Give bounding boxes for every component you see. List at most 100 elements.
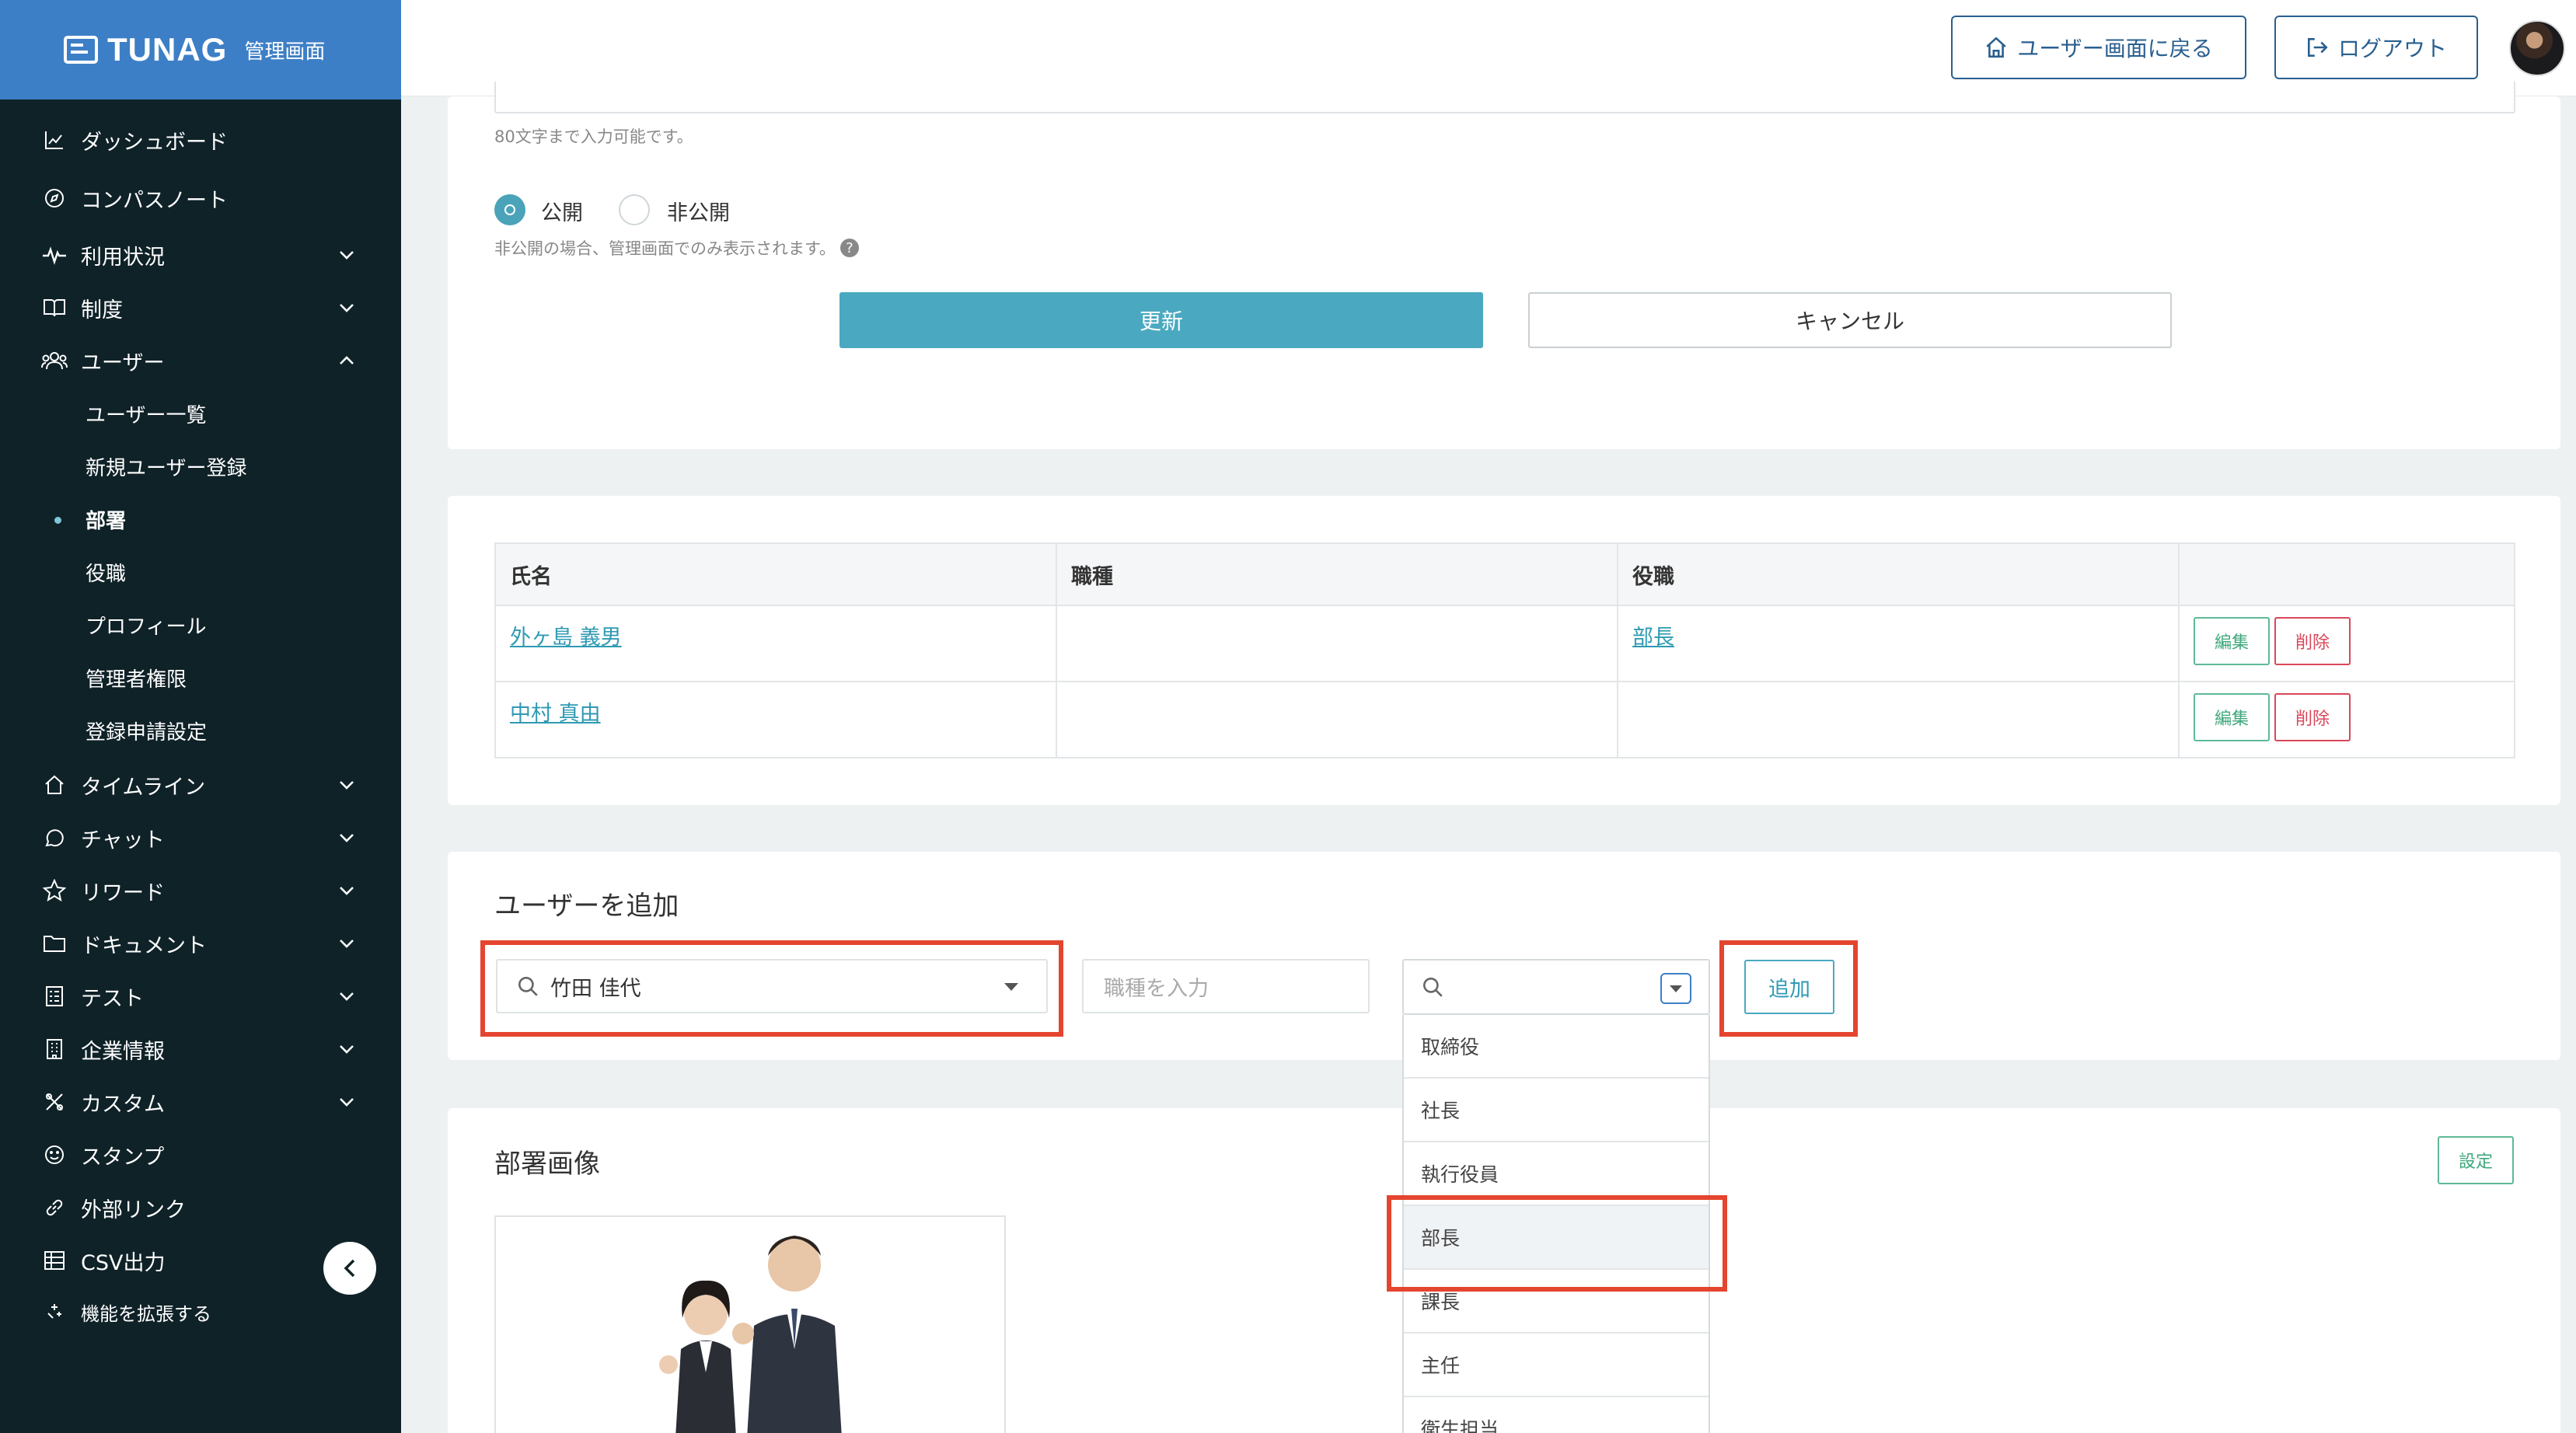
chevron-down-icon [336,1091,358,1113]
edit-button[interactable]: 編集 [2194,693,2270,741]
char-limit-note: 80文字まで入力可能です。 [494,127,693,146]
caret-down-icon [1670,985,1682,992]
link-icon [40,1194,68,1222]
member-name-link[interactable]: 中村 真由 [510,702,601,726]
home-icon [1986,37,2006,58]
set-image-button[interactable]: 設定 [2438,1136,2514,1184]
sidebar-sub-new-user[interactable]: 新規ユーザー登録 [0,441,401,491]
department-image [494,1215,1006,1433]
sidebar-item-label: ドキュメント [81,933,207,958]
sub-item-label: 役職 [86,562,127,586]
sidebar-item-label: リワード [81,880,165,905]
highlight-frame [480,940,1063,1037]
cell-job [1056,681,1618,758]
sub-item-label: 登録申請設定 [86,720,208,744]
chevron-down-icon [336,880,358,901]
dropdown-option[interactable]: 取締役 [1404,1015,1709,1079]
delete-button[interactable]: 削除 [2274,617,2351,665]
collapse-sidebar-button[interactable] [323,1242,376,1295]
sidebar-sub-profile[interactable]: プロフィール [0,600,401,650]
book-icon [40,294,68,322]
cell-job [1056,605,1618,682]
sidebar-item-users[interactable]: ユーザー [0,336,401,385]
sidebar-item-external-link[interactable]: 外部リンク [0,1183,401,1233]
member-name-link[interactable]: 外ヶ島 義男 [510,626,622,650]
chevron-down-icon [336,985,358,1007]
position-select[interactable] [1402,959,1710,1015]
chevron-down-icon [336,933,358,954]
back-label: ユーザー画面に戻る [2017,36,2213,61]
back-to-user-screen-button[interactable]: ユーザー画面に戻る [1951,16,2246,79]
sub-item-label: 新規ユーザー登録 [86,456,247,480]
sidebar-item-label: 制度 [81,298,123,323]
sidebar-item-compass-note[interactable]: コンパスノート [0,173,401,223]
sub-item-label: ユーザー一覧 [86,403,207,427]
star-icon [40,877,68,905]
brand-logo: TUNAG [107,31,228,68]
sidebar-item-label: チャット [81,828,165,852]
compass-icon [40,184,68,212]
sidebar-sub-department[interactable]: 部署 [0,494,401,544]
logout-button[interactable]: ログアウト [2274,16,2478,79]
cell-actions: 編集 削除 [2178,605,2515,682]
public-radio[interactable] [494,194,525,225]
help-icon[interactable]: ? [839,239,859,257]
brand-header[interactable]: TUNAG 管理画面 [0,0,401,99]
active-dot [54,517,61,524]
dropdown-option[interactable]: 主任 [1404,1334,1709,1397]
tools-icon [40,1088,68,1116]
dropdown-toggle-button[interactable] [1660,973,1691,1004]
table-row: 中村 真由 編集 削除 [494,681,2515,758]
logout-label: ログアウト [2337,36,2447,61]
member-position-link[interactable]: 部長 [1632,626,1674,650]
cancel-button[interactable]: キャンセル [1528,292,2172,348]
department-image-title: 部署画像 [494,1149,600,1180]
dropdown-option[interactable]: 衛生担当 [1404,1397,1709,1433]
sidebar-sub-position[interactable]: 役職 [0,547,401,597]
pulse-icon [40,241,68,269]
sidebar-item-timeline[interactable]: タイムライン [0,760,401,810]
chevron-down-icon [336,774,358,796]
sidebar-item-document[interactable]: ドキュメント [0,919,401,968]
smile-icon [40,1141,68,1169]
sidebar-item-extend[interactable]: 機能を拡張する [0,1290,401,1334]
sidebar-item-usage[interactable]: 利用状況 [0,230,401,280]
department-description-input[interactable] [494,81,2515,113]
highlight-frame [1387,1195,1727,1292]
sub-item-label: プロフィール [86,615,207,639]
sidebar-item-stamp[interactable]: スタンプ [0,1130,401,1180]
add-user-title: ユーザーを追加 [494,891,679,922]
sidebar-item-reward[interactable]: リワード [0,866,401,915]
delete-button[interactable]: 削除 [2274,693,2351,741]
brand-subtitle: 管理画面 [244,40,326,64]
sidebar-sub-admin-rights[interactable]: 管理者権限 [0,653,401,703]
cell-name: 中村 真由 [494,681,1057,758]
column-header-actions [2178,542,2515,606]
chevron-left-icon [344,1259,355,1278]
chat-icon [40,824,68,852]
update-button[interactable]: 更新 [839,292,1483,348]
sidebar: TUNAG 管理画面 ダッシュボード コンパスノート 利用状況 制度 ユーザー … [0,0,401,1433]
sidebar-sub-registration-settings[interactable]: 登録申請設定 [0,706,401,755]
sidebar-item-label: カスタム [81,1092,165,1117]
sidebar-item-system[interactable]: 制度 [0,283,401,333]
chevron-down-icon [336,244,358,266]
sidebar-item-dashboard[interactable]: ダッシュボード [0,115,401,165]
sidebar-item-custom[interactable]: カスタム [0,1077,401,1127]
sidebar-item-company-info[interactable]: 企業情報 [0,1024,401,1074]
building-icon [40,1035,68,1063]
private-label: 非公開 [667,201,730,225]
sidebar-sub-user-list[interactable]: ユーザー一覧 [0,389,401,438]
cell-position [1617,681,2180,758]
visibility-note: 非公開の場合、管理画面でのみ表示されます。 ? [494,236,859,260]
sidebar-item-label: 企業情報 [81,1039,165,1064]
private-radio[interactable] [619,194,650,225]
department-members-card: 氏名 職種 役職 外ヶ島 義男 部長 編集 削除 中村 真由 編集 削除 [448,496,2560,805]
job-input[interactable]: 職種を入力 [1082,959,1370,1013]
sidebar-item-test[interactable]: テスト [0,971,401,1021]
avatar[interactable] [2509,20,2565,76]
folder-icon [40,929,68,957]
dropdown-option[interactable]: 社長 [1404,1079,1709,1142]
sidebar-item-chat[interactable]: チャット [0,813,401,863]
edit-button[interactable]: 編集 [2194,617,2270,665]
